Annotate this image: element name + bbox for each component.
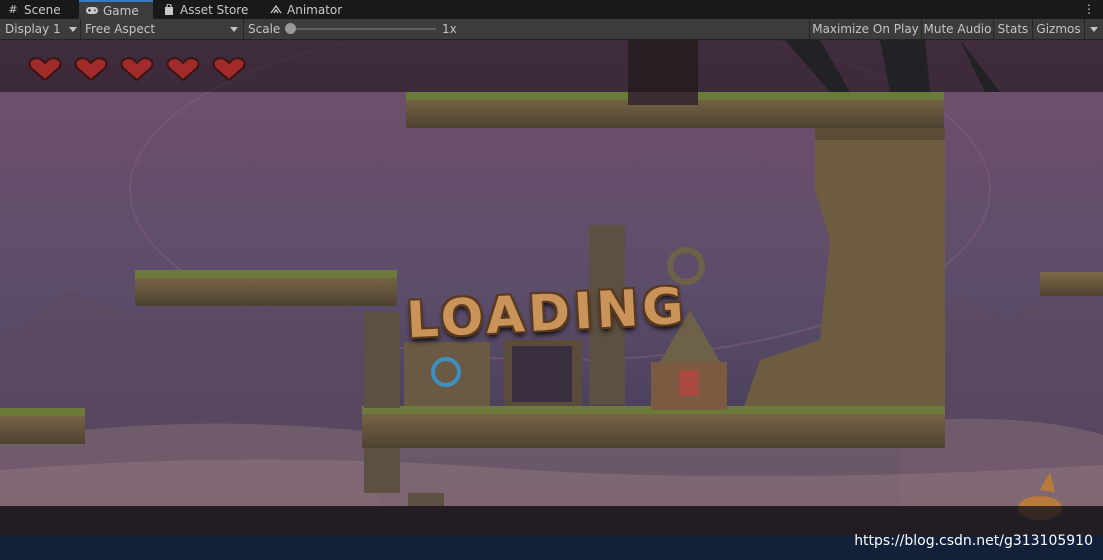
chevron-down-icon (230, 27, 238, 32)
gamepad-icon (85, 6, 99, 15)
mute-audio-label: Mute Audio (923, 22, 992, 36)
tab-game[interactable]: Game (79, 0, 153, 19)
display-dropdown-label: Display 1 (5, 22, 61, 36)
heart-icon (74, 57, 108, 82)
game-view-toolbar: Display 1 Free Aspect Scale 1x Maximize … (0, 19, 1103, 40)
tab-animator[interactable]: Animator (263, 0, 353, 19)
editor-tab-bar: # Scene Game Asset Store Animator ⋮ (0, 0, 1103, 19)
hearts-hud (27, 56, 247, 82)
divider (80, 19, 81, 39)
mute-audio-button[interactable]: Mute Audio (921, 19, 993, 39)
more-options-icon[interactable]: ⋮ (1083, 2, 1095, 16)
animator-icon (269, 4, 283, 15)
bottom-dark-band (0, 506, 1103, 536)
aspect-dropdown-label: Free Aspect (85, 22, 156, 36)
gizmos-label: Gizmos (1036, 22, 1081, 36)
scale-slider-handle[interactable] (285, 23, 296, 34)
heart-icon (212, 57, 246, 82)
gizmos-button[interactable]: Gizmos (1032, 19, 1084, 39)
stats-label: Stats (997, 22, 1029, 36)
scale-label: Scale (248, 19, 284, 39)
maximize-on-play-label: Maximize On Play (812, 22, 919, 36)
tab-scene[interactable]: # Scene (0, 0, 78, 19)
tab-asset-store-label: Asset Store (180, 2, 249, 17)
grid-icon: # (8, 3, 18, 16)
scale-value-text: 1x (442, 22, 457, 36)
heart-icon (120, 57, 154, 82)
heart-icon (166, 57, 200, 82)
game-viewport[interactable]: LOADING https://blog.csdn.net/g313105910 (0, 40, 1103, 560)
scale-value: 1x (442, 19, 462, 39)
gizmos-dropdown[interactable] (1084, 19, 1103, 39)
tab-scene-label: Scene (24, 2, 61, 17)
chevron-down-icon (69, 27, 77, 32)
tab-game-label: Game (103, 3, 139, 18)
maximize-on-play-button[interactable]: Maximize On Play (809, 19, 921, 39)
tab-animator-label: Animator (287, 2, 343, 17)
scale-label-text: Scale (248, 22, 281, 36)
chevron-down-icon (1090, 26, 1098, 32)
heart-icon (28, 57, 62, 82)
stats-button[interactable]: Stats (993, 19, 1032, 39)
tab-asset-store[interactable]: Asset Store (156, 0, 256, 19)
scale-slider-track[interactable] (291, 28, 436, 30)
shopping-bag-icon (162, 4, 176, 15)
divider (243, 19, 244, 39)
aspect-dropdown[interactable]: Free Aspect (85, 19, 240, 39)
watermark-url: https://blog.csdn.net/g313105910 (854, 533, 1093, 549)
